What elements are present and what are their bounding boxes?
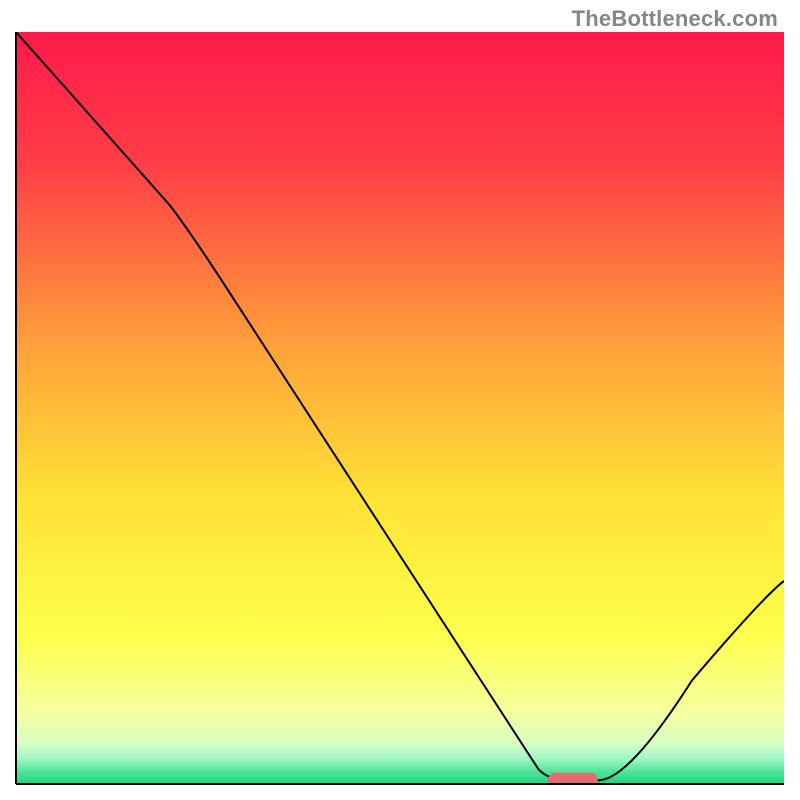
- bottleneck-chart: [0, 0, 800, 800]
- gradient-background: [16, 32, 784, 784]
- chart-container: TheBottleneck.com: [0, 0, 800, 800]
- optimal-marker: [548, 773, 598, 788]
- watermark-text: TheBottleneck.com: [572, 6, 778, 32]
